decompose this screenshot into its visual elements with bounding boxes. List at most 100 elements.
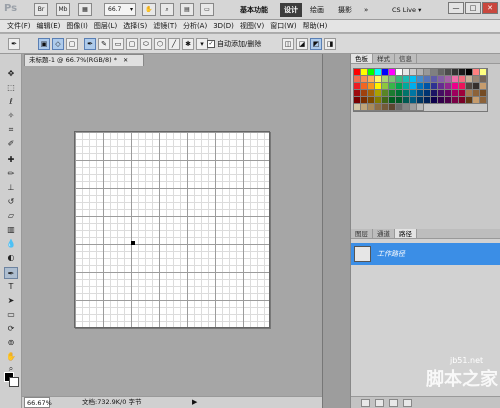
color-swatch[interactable] <box>410 69 417 76</box>
work-path-row[interactable]: 工作路径 <box>351 243 500 265</box>
exclude-path-area-icon[interactable]: ◨ <box>324 38 336 50</box>
hand-tool-icon[interactable]: ✋ <box>4 351 18 363</box>
marquee-tool-icon[interactable]: ⬚ <box>4 82 18 94</box>
zoom-level-select[interactable]: 66.7 <box>104 3 136 16</box>
tab-styles[interactable]: 样式 <box>373 54 395 63</box>
color-swatch[interactable] <box>375 97 382 104</box>
move-tool-icon[interactable]: ✥ <box>4 68 18 80</box>
color-swatch[interactable] <box>354 90 361 97</box>
clone-stamp-tool-icon[interactable]: ⊥ <box>4 182 18 194</box>
color-swatch[interactable] <box>382 83 389 90</box>
menu-window[interactable]: 窗口(W) <box>267 20 299 32</box>
type-tool-icon[interactable]: T <box>4 281 18 293</box>
workspace-design[interactable]: 设计 <box>280 3 302 17</box>
pen-preset-icon[interactable]: ✒ <box>8 38 20 50</box>
pen-tool-icon[interactable]: ✒ <box>4 267 18 279</box>
color-swatch[interactable] <box>438 76 445 83</box>
color-swatch[interactable] <box>368 104 375 111</box>
workspace-photography[interactable]: 摄影 <box>334 3 356 17</box>
color-swatch[interactable] <box>410 83 417 90</box>
color-swatch[interactable] <box>466 90 473 97</box>
color-swatch[interactable] <box>459 69 466 76</box>
minimize-button[interactable]: — <box>448 2 464 14</box>
close-button[interactable]: ✕ <box>482 2 498 14</box>
zoom-tool-icon[interactable]: ⌕ <box>160 3 174 16</box>
color-swatch[interactable] <box>431 90 438 97</box>
color-swatch[interactable] <box>424 69 431 76</box>
menu-select[interactable]: 选择(S) <box>120 20 150 32</box>
color-swatch[interactable] <box>361 90 368 97</box>
color-swatch[interactable] <box>424 83 431 90</box>
color-swatch[interactable] <box>438 90 445 97</box>
color-swatch[interactable] <box>452 83 459 90</box>
color-swatch[interactable] <box>368 97 375 104</box>
rectangle-tool-icon[interactable]: ▭ <box>4 309 18 321</box>
color-swatch[interactable] <box>466 83 473 90</box>
tab-paths[interactable]: 路径 <box>395 229 417 238</box>
eyedropper-tool-icon[interactable]: ✐ <box>4 138 18 150</box>
color-swatch[interactable] <box>396 97 403 104</box>
mini-bridge-icon[interactable]: Mb <box>56 3 70 16</box>
cs-live-button[interactable]: CS Live ▾ <box>392 3 421 17</box>
color-swatch[interactable] <box>466 69 473 76</box>
auto-add-checkbox[interactable]: ✓ <box>207 40 215 48</box>
color-swatch[interactable] <box>382 97 389 104</box>
color-swatch[interactable] <box>410 76 417 83</box>
color-swatch[interactable] <box>466 76 473 83</box>
tab-info[interactable]: 信息 <box>395 54 417 63</box>
workspace-painting[interactable]: 绘画 <box>306 3 328 17</box>
hand-tool-icon[interactable]: ✋ <box>142 3 156 16</box>
screen-mode-icon[interactable]: ▭ <box>200 3 214 16</box>
color-swatch[interactable] <box>403 97 410 104</box>
rounded-rectangle-shape-icon[interactable]: ▢ <box>126 38 138 50</box>
blur-tool-icon[interactable]: 💧 <box>4 238 18 250</box>
status-zoom-field[interactable]: 66.67% <box>24 397 52 408</box>
color-swatch[interactable] <box>410 104 417 111</box>
color-swatch[interactable] <box>424 76 431 83</box>
color-swatch[interactable] <box>361 104 368 111</box>
dodge-tool-icon[interactable]: ◐ <box>4 252 18 264</box>
color-swatch[interactable] <box>431 97 438 104</box>
maximize-button[interactable]: □ <box>465 2 481 14</box>
menu-edit[interactable]: 编辑(E) <box>34 20 64 32</box>
path-selection-tool-icon[interactable]: ➤ <box>4 295 18 307</box>
rectangle-shape-icon[interactable]: ▭ <box>112 38 124 50</box>
color-swatch[interactable] <box>417 90 424 97</box>
menu-filter[interactable]: 滤镜(T) <box>150 20 180 32</box>
stroke-path-icon[interactable] <box>375 399 384 407</box>
document-canvas[interactable] <box>74 131 270 328</box>
fill-path-icon[interactable] <box>361 399 370 407</box>
menu-view[interactable]: 视图(V) <box>237 20 267 32</box>
color-swatch[interactable] <box>473 69 480 76</box>
color-swatch[interactable] <box>473 97 480 104</box>
menu-3d[interactable]: 3D(D) <box>210 20 237 32</box>
close-document-icon[interactable]: ✕ <box>123 57 128 64</box>
color-swatch[interactable] <box>396 83 403 90</box>
color-swatch[interactable] <box>382 90 389 97</box>
color-swatch[interactable] <box>417 83 424 90</box>
color-swatch[interactable] <box>452 97 459 104</box>
color-swatch[interactable] <box>368 69 375 76</box>
color-swatch[interactable] <box>480 76 487 83</box>
pen-tool-option-icon[interactable]: ✒ <box>84 38 96 50</box>
color-swatch[interactable] <box>417 104 424 111</box>
color-swatch[interactable] <box>382 76 389 83</box>
workspace-more-button[interactable]: » <box>360 3 372 17</box>
background-color-swatch[interactable] <box>9 377 19 387</box>
lasso-tool-icon[interactable]: ℓ <box>4 96 18 108</box>
arrange-documents-icon[interactable]: ▤ <box>180 3 194 16</box>
paths-mode-icon[interactable]: ◇ <box>52 38 64 50</box>
crop-tool-icon[interactable]: ⌗ <box>4 124 18 136</box>
color-swatch[interactable] <box>431 83 438 90</box>
workspace-essentials[interactable]: 基本功能 <box>236 3 272 17</box>
color-swatch[interactable] <box>417 76 424 83</box>
color-swatch[interactable] <box>445 69 452 76</box>
color-swatch[interactable] <box>375 104 382 111</box>
color-swatch[interactable] <box>459 90 466 97</box>
color-swatch[interactable] <box>480 69 487 76</box>
color-swatch[interactable] <box>473 90 480 97</box>
color-swatch[interactable] <box>403 76 410 83</box>
line-shape-icon[interactable]: ╱ <box>168 38 180 50</box>
color-swatch[interactable] <box>396 90 403 97</box>
menu-file[interactable]: 文件(F) <box>4 20 34 32</box>
